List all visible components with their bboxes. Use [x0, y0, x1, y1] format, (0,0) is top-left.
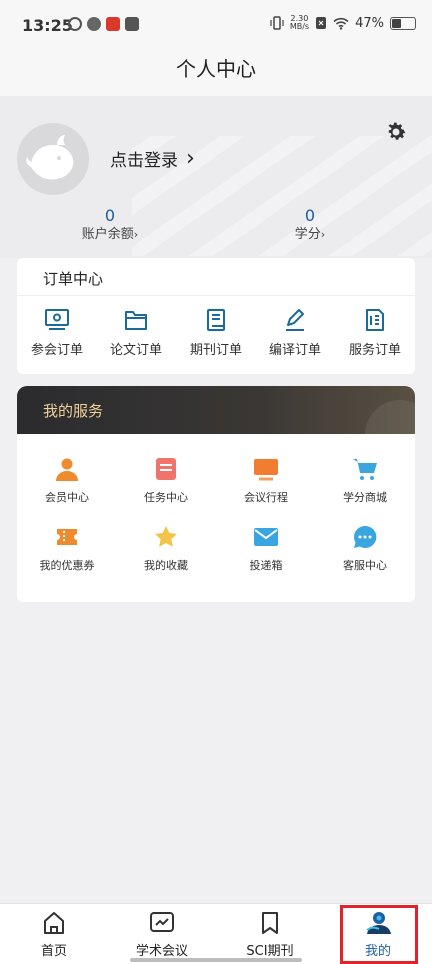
meeting-icon: [254, 459, 278, 481]
tab-home[interactable]: 首页: [4, 910, 104, 959]
my-services-card: 我的服务 会员中心 任务中心 会议行程 学分商城 我的优惠券 我的收藏 投递箱 …: [17, 386, 415, 602]
balance-stat[interactable]: 0 账户余额›: [50, 206, 170, 244]
app-notification-icon: [68, 17, 82, 31]
order-center-card: 订单中心 参会订单 论文订单 期刊订单 编译订单 服务订单: [17, 258, 415, 374]
order-item-translation[interactable]: 编译订单: [255, 308, 335, 358]
order-label: 论文订单: [109, 343, 162, 358]
login-link[interactable]: 点击登录 ›: [110, 146, 195, 171]
service-label: 任务中心: [144, 491, 188, 504]
home-indicator: [130, 958, 302, 962]
home-icon: [44, 912, 64, 934]
credits-value: 0: [304, 206, 316, 225]
selection-highlight: [340, 905, 418, 964]
tab-sci-journals[interactable]: SCI期刊: [220, 910, 320, 959]
profile-section: 点击登录 › 0 账户余额› 0 学分›: [0, 96, 432, 258]
star-icon: [155, 526, 177, 547]
credits-label: 学分›: [250, 226, 370, 244]
divider: [17, 295, 415, 296]
service-meeting-schedule[interactable]: 会议行程: [216, 456, 316, 505]
speed-unit: MB/s: [289, 22, 310, 31]
edit-icon: [286, 309, 304, 331]
member-icon: [56, 458, 78, 481]
tab-label: 首页: [40, 944, 67, 959]
notification-icons: [68, 17, 139, 31]
order-label: 服务订单: [348, 343, 401, 358]
order-label: 期刊订单: [189, 343, 242, 358]
login-label: 点击登录: [110, 151, 178, 171]
service-label: 我的收藏: [144, 559, 188, 572]
balance-label: 账户余额›: [50, 226, 170, 244]
app-notification-icon: [125, 17, 139, 31]
order-item-journal[interactable]: 期刊订单: [176, 308, 256, 358]
service-delivery-box[interactable]: 投递箱: [216, 524, 316, 573]
vibrate-icon: [270, 16, 284, 30]
page-title: 个人中心: [176, 57, 256, 81]
service-credit-mall[interactable]: 学分商城: [315, 456, 415, 505]
page-header: 个人中心: [0, 48, 432, 96]
credits-label-text: 学分: [294, 227, 321, 242]
mail-icon: [254, 528, 278, 546]
service-label: 学分商城: [343, 491, 387, 504]
services-title: 我的服务: [43, 402, 104, 420]
service-label: 我的优惠券: [39, 559, 95, 572]
cart-icon: [353, 459, 377, 480]
battery-icon: [390, 16, 416, 30]
service-label: 投递箱: [249, 559, 283, 572]
bookmark-icon: [262, 912, 278, 934]
folder-icon: [125, 311, 147, 330]
chevron-right-icon: ›: [186, 145, 195, 171]
book-icon: [207, 309, 225, 331]
battery-percent: 47%: [355, 15, 384, 31]
service-label: 客服中心: [343, 559, 387, 572]
order-item-service[interactable]: 服务订单: [335, 308, 415, 358]
wifi-icon: [333, 17, 349, 30]
order-label: 参会订单: [30, 343, 83, 358]
app-notification-icon: [106, 17, 120, 31]
service-label: 会议行程: [244, 491, 288, 504]
status-time: 13:25: [22, 16, 73, 35]
status-bar: 13:25 2.30 MB/s 47%: [0, 0, 432, 48]
service-member-center[interactable]: 会员中心: [17, 456, 117, 505]
avatar[interactable]: [17, 123, 89, 195]
tab-conferences[interactable]: 学术会议: [112, 910, 212, 959]
chevron-right-icon: ›: [133, 228, 139, 241]
tab-label: SCI期刊: [246, 944, 294, 959]
app-notification-icon: [87, 17, 101, 31]
chevron-right-icon: ›: [320, 228, 326, 241]
services-header: 我的服务: [17, 386, 415, 470]
order-item-conference[interactable]: 参会订单: [17, 308, 97, 358]
task-icon: [156, 458, 176, 480]
chart-icon: [150, 912, 174, 932]
order-label: 编译订单: [268, 343, 321, 358]
sim-icon: [316, 17, 327, 29]
service-label: 会员中心: [45, 491, 89, 504]
service-coupons[interactable]: 我的优惠券: [17, 524, 117, 573]
coupon-icon: [57, 529, 77, 545]
document-icon: [366, 309, 384, 331]
monitor-icon: [45, 309, 69, 330]
status-indicators: 2.30 MB/s 47%: [270, 15, 416, 31]
chat-icon: [354, 525, 377, 548]
whale-avatar-icon: [26, 135, 74, 180]
credits-stat[interactable]: 0 学分›: [250, 206, 370, 244]
service-task-center[interactable]: 任务中心: [116, 456, 216, 505]
gear-icon[interactable]: [384, 120, 408, 144]
tab-label: 学术会议: [135, 944, 188, 959]
network-speed: 2.30 MB/s: [290, 15, 309, 31]
order-item-paper[interactable]: 论文订单: [96, 308, 176, 358]
balance-label-text: 账户余额: [81, 227, 134, 242]
service-customer-center[interactable]: 客服中心: [315, 524, 415, 573]
balance-value: 0: [104, 206, 116, 225]
service-favorites[interactable]: 我的收藏: [116, 524, 216, 573]
order-center-title: 订单中心: [43, 270, 104, 288]
